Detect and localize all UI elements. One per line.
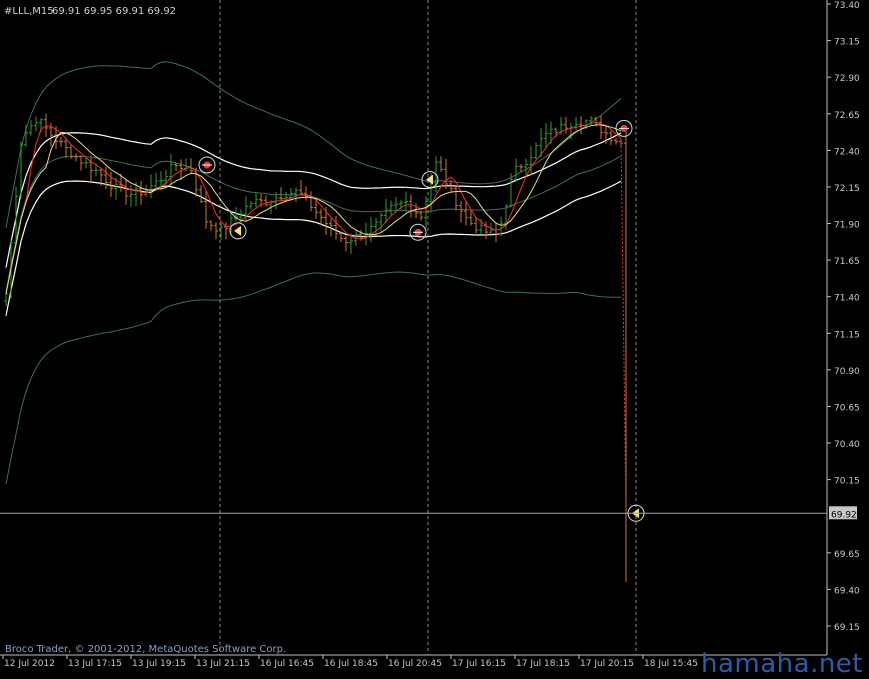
price-tick-label: 71.15	[834, 330, 860, 340]
chart-window[interactable]: 73.40 73.15 72.90 72.65 72.40 72.15 71.90 71.65…	[0, 0, 869, 679]
price-tick-label: 70.15	[834, 477, 860, 487]
time-tick-label: 13 Jul 17:15	[68, 659, 122, 669]
time-tick-label: 16 Jul 18:45	[324, 659, 378, 669]
price-tick-label: 73.40	[834, 1, 860, 11]
time-tick-label: 16 Jul 20:45	[388, 659, 442, 669]
copyright-text: Broco Trader, © 2001-2012, MetaQuotes So…	[5, 644, 286, 655]
price-tick-label: 73.15	[834, 38, 860, 48]
time-tick-label: 17 Jul 20:15	[580, 659, 634, 669]
price-tick-label: 72.90	[834, 74, 860, 84]
time-tick-label: 13 Jul 19:15	[132, 659, 186, 669]
symbol-timeframe: #LLL,M15	[4, 6, 54, 17]
price-tick-label: 70.40	[834, 440, 860, 450]
time-tick-label: 17 Jul 18:15	[516, 659, 570, 669]
price-tick-label: 71.90	[834, 221, 860, 231]
price-tick-label: 72.65	[834, 111, 860, 121]
price-tick-label: 71.40	[834, 294, 860, 304]
price-tick-label: 69.15	[834, 623, 860, 633]
price-tick-label: 72.40	[834, 147, 860, 157]
time-tick-label: 17 Jul 16:15	[452, 659, 506, 669]
time-tick-label: 12 Jul 2012	[4, 659, 55, 669]
time-tick-label: 16 Jul 16:45	[260, 659, 314, 669]
current-price-label: 69.92	[831, 510, 857, 520]
price-tick-label: 69.65	[834, 550, 860, 560]
time-tick-label: 13 Jul 21:15	[196, 659, 250, 669]
chart-background	[0, 0, 869, 675]
ohlc-readout: 69.91 69.95 69.91 69.92	[52, 6, 176, 17]
time-tick-label: 18 Jul 15:45	[644, 659, 698, 669]
price-tick-label: 72.15	[834, 184, 860, 194]
price-tick-label: 69.40	[834, 586, 860, 596]
price-tick-label: 71.65	[834, 257, 860, 267]
price-tick-label: 70.90	[834, 367, 860, 377]
price-tick-label: 70.65	[834, 403, 860, 413]
